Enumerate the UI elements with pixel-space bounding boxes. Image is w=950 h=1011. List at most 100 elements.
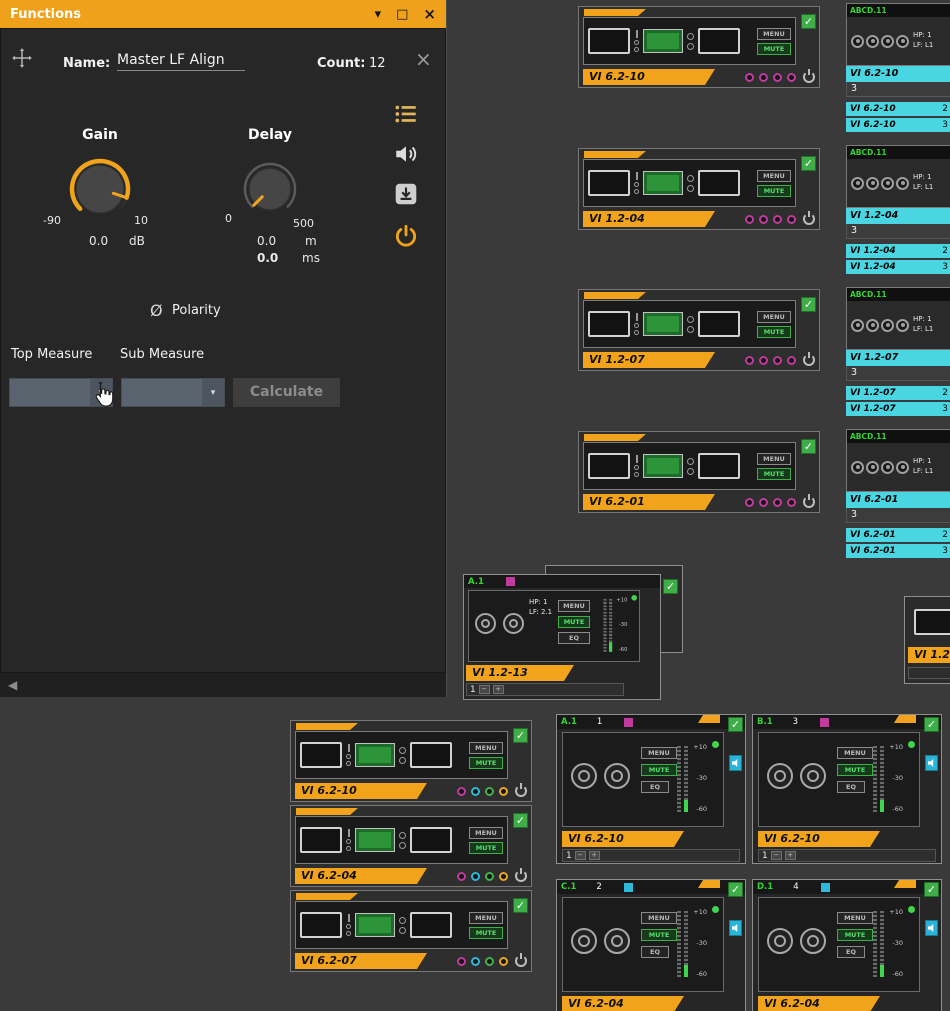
device-label-bar[interactable]: VI 6.2-10 — [846, 66, 950, 82]
load-preset-icon[interactable] — [393, 181, 419, 207]
device-label[interactable]: VI 1.2-13 — [908, 647, 950, 663]
device-label-bar[interactable]: VI 1.2-07 — [846, 350, 950, 366]
partial-device[interactable]: VI 1.2-13 — [904, 596, 950, 684]
menu-button[interactable]: MENU — [469, 742, 503, 754]
move-icon[interactable] — [11, 47, 33, 69]
rack-device[interactable]: ABCD.11 HP: 1 LF: L1 — [846, 145, 950, 208]
menu-button[interactable]: MENU — [837, 912, 873, 924]
selected-checkbox[interactable]: ✓ — [924, 882, 939, 897]
speaker-group-icon[interactable] — [729, 920, 742, 936]
channel-row[interactable]: VI 1.2-042 — [846, 244, 950, 258]
amplifier-strip[interactable]: ✓ MENU MUTE VI 6.2-10 — [290, 720, 532, 802]
decrement-button[interactable]: − — [479, 685, 490, 694]
power-icon[interactable] — [803, 496, 815, 508]
amplifier-strip[interactable]: ✓ MENU MUTE VI 6.2-07 — [290, 890, 532, 972]
speaker-group-icon[interactable] — [925, 755, 938, 771]
decrement-button[interactable]: − — [771, 851, 782, 860]
device-label[interactable]: VI 6.2-04 — [562, 996, 684, 1011]
mute-button[interactable]: MUTE — [641, 929, 677, 941]
eq-button[interactable]: EQ — [837, 946, 865, 958]
amplifier-strip[interactable]: ✓ MENU MUTE VI 6.2-10 — [578, 6, 820, 88]
power-icon[interactable] — [803, 213, 815, 225]
power-icon[interactable] — [803, 71, 815, 83]
rack-device[interactable]: ABCD.11 HP: 1 LF: L1 — [846, 3, 950, 66]
device-label[interactable]: VI 6.2-04 — [758, 996, 880, 1011]
channel-row[interactable]: VI 1.2-073 — [846, 402, 950, 416]
selected-checkbox[interactable]: ✓ — [728, 717, 743, 732]
power-icon[interactable] — [515, 785, 527, 797]
mute-button[interactable]: MUTE — [469, 757, 503, 769]
rack-device[interactable]: ABCD.11 HP: 1 LF: L1 — [846, 287, 950, 350]
polarity-icon[interactable]: Ø — [150, 301, 163, 320]
selected-checkbox[interactable]: ✓ — [801, 297, 816, 312]
mute-button[interactable]: MUTE — [469, 842, 503, 854]
delay-knob[interactable] — [241, 160, 299, 218]
mute-button[interactable]: MUTE — [757, 326, 791, 338]
selected-checkbox[interactable]: ✓ — [801, 156, 816, 171]
collapse-icon[interactable]: ▾ — [375, 8, 382, 21]
menu-button[interactable]: MENU — [757, 170, 791, 182]
channel-row[interactable]: VI 6.2-012 — [846, 528, 950, 542]
channel-device[interactable]: C.1 2 ✓ MENU MUTE EQ +10-30-60 VI 6.2-04… — [556, 879, 746, 1011]
selected-checkbox[interactable]: ✓ — [924, 717, 939, 732]
power-icon[interactable] — [515, 955, 527, 967]
mute-button[interactable]: MUTE — [837, 764, 873, 776]
menu-button[interactable]: MENU — [837, 747, 873, 759]
calculate-button[interactable]: Calculate — [233, 378, 340, 407]
rack-device-group[interactable]: ABCD.11 HP: 1 LF: L1 VI 1.2-07 3 VI 1.2-… — [846, 287, 950, 418]
amplifier-strip[interactable]: ✓ MENU MUTE VI 1.2-04 — [578, 148, 820, 230]
amplifier-strip[interactable]: ✓ MENU MUTE VI 1.2-07 — [578, 289, 820, 371]
channel-device[interactable]: B.1 3 ✓ MENU MUTE EQ +10-30-60 VI 6.2-10… — [752, 714, 942, 864]
name-input[interactable]: Master LF Align — [117, 52, 245, 71]
channel-row[interactable]: VI 6.2-103 — [846, 118, 950, 132]
channel-device[interactable]: A.1 1 ✓ MENU MUTE EQ +10-30-60 VI 6.2-10… — [556, 714, 746, 864]
back-arrow-icon[interactable]: ◀ — [8, 678, 17, 692]
speaker-icon[interactable] — [393, 141, 419, 167]
device-label-bar[interactable]: VI 6.2-01 — [846, 492, 950, 508]
increment-button[interactable]: + — [493, 685, 504, 694]
power-icon[interactable] — [393, 223, 419, 249]
channel-row[interactable]: VI 6.2-102 — [846, 102, 950, 116]
menu-button[interactable]: MENU — [641, 912, 677, 924]
menu-button[interactable]: MENU — [469, 827, 503, 839]
mute-button[interactable]: MUTE — [558, 616, 590, 628]
window-titlebar[interactable]: Functions ▾ □ × — [0, 0, 446, 28]
menu-button[interactable]: MENU — [558, 600, 590, 612]
selected-checkbox[interactable]: ✓ — [663, 579, 678, 594]
mute-button[interactable]: MUTE — [757, 185, 791, 197]
device-label[interactable]: VI 1.2-07 — [583, 352, 715, 368]
member-list-icon[interactable] — [393, 101, 419, 127]
channel-row[interactable]: VI 1.2-043 — [846, 260, 950, 274]
menu-button[interactable]: MENU — [757, 311, 791, 323]
amplifier-strip[interactable]: ✓ MENU MUTE VI 6.2-04 — [290, 805, 532, 887]
mute-button[interactable]: MUTE — [757, 43, 791, 55]
increment-button[interactable]: + — [785, 851, 796, 860]
device-label[interactable]: VI 6.2-10 — [583, 69, 715, 85]
device-label[interactable]: VI 6.2-10 — [562, 831, 684, 847]
eq-button[interactable]: EQ — [641, 781, 669, 793]
rack-device-group[interactable]: ABCD.11 HP: 1 LF: L1 VI 6.2-10 3 VI 6.2-… — [846, 3, 950, 134]
device-label[interactable]: VI 6.2-07 — [295, 953, 427, 969]
decrement-button[interactable]: − — [575, 851, 586, 860]
power-icon[interactable] — [803, 354, 815, 366]
device-label[interactable]: VI 1.2-04 — [583, 211, 715, 227]
channel-row[interactable]: VI 1.2-072 — [846, 386, 950, 400]
selected-checkbox[interactable]: ✓ — [728, 882, 743, 897]
device-label[interactable]: VI 6.2-01 — [583, 494, 715, 510]
maximize-icon[interactable]: □ — [396, 8, 408, 21]
gain-knob[interactable] — [68, 157, 132, 221]
rack-device-group[interactable]: ABCD.11 HP: 1 LF: L1 VI 6.2-01 3 VI 6.2-… — [846, 429, 950, 560]
menu-button[interactable]: MENU — [757, 28, 791, 40]
mute-button[interactable]: MUTE — [837, 929, 873, 941]
mute-button[interactable]: MUTE — [641, 764, 677, 776]
device-label[interactable]: VI 6.2-04 — [295, 868, 427, 884]
channel-device[interactable]: D.1 4 ✓ MENU MUTE EQ +10-30-60 VI 6.2-04… — [752, 879, 942, 1011]
device-label-bar[interactable]: VI 1.2-04 — [846, 208, 950, 224]
amplifier-strip[interactable]: ✓ MENU MUTE VI 6.2-01 — [578, 431, 820, 513]
menu-button[interactable]: MENU — [641, 747, 677, 759]
eq-button[interactable]: EQ — [641, 946, 669, 958]
speaker-group-icon[interactable] — [729, 755, 742, 771]
eq-button[interactable]: EQ — [837, 781, 865, 793]
selected-checkbox[interactable]: ✓ — [801, 439, 816, 454]
sub-measure-dropdown[interactable]: ▾ — [121, 378, 225, 407]
